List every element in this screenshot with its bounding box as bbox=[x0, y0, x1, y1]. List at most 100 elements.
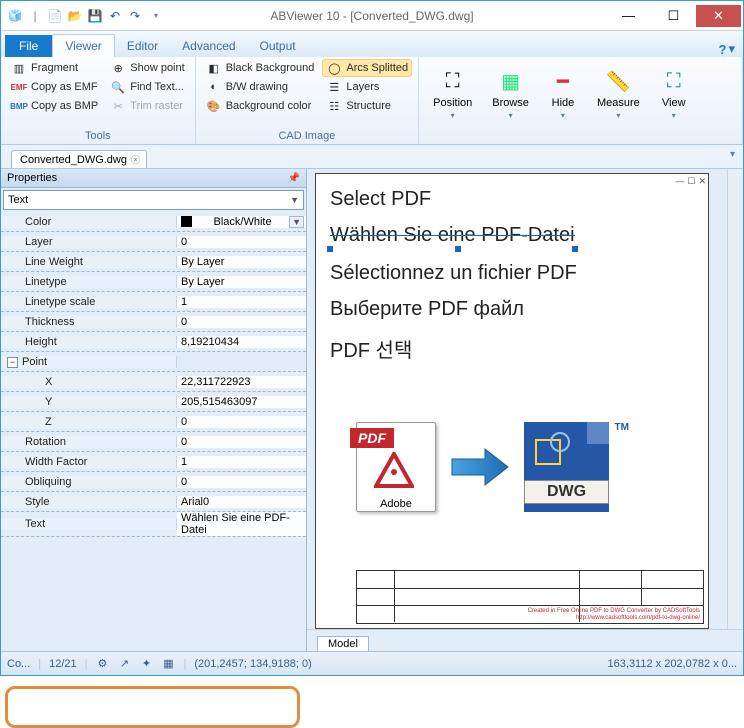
fragment-button[interactable]: ▥Fragment bbox=[7, 59, 102, 77]
undo-icon[interactable]: ↶ bbox=[107, 8, 123, 24]
property-row[interactable]: ColorBlack/White▼ bbox=[1, 212, 306, 232]
title-bar: 🧊 | 📄 📂 💾 ↶ ↷ ABViewer 10 - [Converted_D… bbox=[1, 1, 743, 31]
help-dropdown[interactable]: ?▾ bbox=[719, 41, 735, 57]
close-button[interactable]: ✕ bbox=[696, 5, 741, 27]
tab-viewer[interactable]: Viewer bbox=[52, 34, 114, 57]
document-tab[interactable]: Converted_DWG.dwg ⓧ bbox=[11, 150, 147, 168]
canvas-text-3: Sélectionnez un fichier PDF bbox=[330, 262, 577, 285]
hide-button[interactable]: ━Hide▾ bbox=[541, 59, 585, 128]
conversion-graphic: PDF Adobe DWG TM bbox=[356, 422, 609, 512]
ribbon-group-tools-caption: Tools bbox=[7, 128, 189, 144]
black-bg-icon: ◧ bbox=[206, 60, 222, 76]
bw-drawing-button[interactable]: ◐B/W drawing bbox=[202, 78, 319, 96]
qat-dropdown[interactable] bbox=[147, 8, 163, 24]
target-icon: ⊕ bbox=[110, 60, 126, 76]
property-row[interactable]: Z0 bbox=[1, 412, 306, 432]
document-tab-label: Converted_DWG.dwg bbox=[20, 154, 127, 166]
ribbon: ▥Fragment EMFCopy as EMF BMPCopy as BMP … bbox=[1, 57, 743, 145]
new-icon[interactable]: 📄 bbox=[47, 8, 63, 24]
canvas-mini-tools[interactable]: —☐✕ bbox=[675, 176, 706, 187]
property-row[interactable]: Line WeightBy Layer bbox=[1, 252, 306, 272]
open-icon[interactable]: 📂 bbox=[67, 8, 83, 24]
status-left1: Co... bbox=[7, 658, 30, 670]
layout-tab-strip: Model bbox=[307, 629, 743, 651]
browse-button[interactable]: ▦Browse▾ bbox=[484, 59, 537, 128]
tabstrip-dropdown[interactable]: ▾ bbox=[730, 149, 735, 160]
minimize-button[interactable]: — bbox=[606, 5, 651, 27]
structure-icon: ☷ bbox=[326, 98, 342, 114]
highlight-annotation bbox=[5, 686, 300, 728]
tab-editor[interactable]: Editor bbox=[115, 35, 170, 57]
property-row[interactable]: Obliquing0 bbox=[1, 472, 306, 492]
view-icon: ⛶ bbox=[660, 67, 688, 95]
property-row[interactable]: Height8,19210434 bbox=[1, 332, 306, 352]
status-bar: Co... | 12/21 | ⚙ ↗ ✦ ▦ | (201,2457; 134… bbox=[1, 651, 743, 675]
maximize-button[interactable]: ☐ bbox=[651, 5, 696, 27]
canvas-text-5: PDF 선택 bbox=[330, 334, 412, 363]
position-icon: ⛶ bbox=[439, 67, 467, 95]
pin-icon[interactable]: 📌 bbox=[288, 173, 300, 184]
bmp-icon: BMP bbox=[11, 98, 27, 114]
arrow-icon bbox=[450, 447, 510, 487]
properties-title: Properties bbox=[7, 172, 57, 184]
find-text-button[interactable]: 🔍Find Text... bbox=[106, 78, 188, 96]
structure-button[interactable]: ☷Structure bbox=[322, 97, 412, 115]
view-button[interactable]: ⛶View▾ bbox=[652, 59, 696, 128]
window-title: ABViewer 10 - [Converted_DWG.dwg] bbox=[270, 9, 473, 23]
bw-icon: ◐ bbox=[206, 79, 222, 95]
property-row[interactable]: Rotation0 bbox=[1, 432, 306, 452]
properties-panel: Properties 📌 Text▼ ColorBlack/White▼Laye… bbox=[1, 169, 307, 651]
property-row[interactable]: −Point bbox=[1, 352, 306, 372]
property-row[interactable]: LinetypeBy Layer bbox=[1, 272, 306, 292]
object-type-combo[interactable]: Text▼ bbox=[3, 190, 304, 210]
property-row[interactable]: Linetype scale1 bbox=[1, 292, 306, 312]
property-row[interactable]: Y205,515463097 bbox=[1, 392, 306, 412]
property-row[interactable]: StyleArial0 bbox=[1, 492, 306, 512]
black-bg-button[interactable]: ◧Black Background bbox=[202, 59, 319, 77]
close-tab-icon[interactable]: ⓧ bbox=[131, 153, 140, 166]
save-icon[interactable]: 💾 bbox=[87, 8, 103, 24]
pdf-logo: PDF Adobe bbox=[356, 422, 436, 512]
copy-emf-button[interactable]: EMFCopy as EMF bbox=[7, 78, 102, 96]
model-tab[interactable]: Model bbox=[317, 636, 369, 651]
canvas-text-4: Выберите PDF файл bbox=[330, 298, 524, 321]
property-row[interactable]: Layer0 bbox=[1, 232, 306, 252]
trim-raster-button: ✂Trim raster bbox=[106, 97, 188, 115]
quick-access-toolbar: 🧊 | 📄 📂 💾 ↶ ↷ bbox=[7, 8, 163, 24]
emf-icon: EMF bbox=[11, 79, 27, 95]
drawing-canvas[interactable]: —☐✕ Select PDF Wählen Sie eine PDF-Datei… bbox=[315, 173, 709, 629]
sb-icon-2[interactable]: ↗ bbox=[117, 657, 131, 671]
measure-button[interactable]: 📏Measure▾ bbox=[589, 59, 648, 128]
ribbon-group-cad-caption: CAD Image bbox=[202, 128, 412, 144]
sb-icon-4[interactable]: ▦ bbox=[161, 657, 175, 671]
tab-advanced[interactable]: Advanced bbox=[170, 35, 247, 57]
property-row[interactable]: TextWählen Sie eine PDF-Datei bbox=[1, 512, 306, 537]
bg-color-button[interactable]: 🎨Background color bbox=[202, 97, 319, 115]
arcs-splitted-button[interactable]: ◯Arcs Splitted bbox=[322, 59, 412, 77]
position-button[interactable]: ⛶Position▾ bbox=[425, 59, 480, 128]
file-menu[interactable]: File bbox=[5, 35, 52, 57]
property-row[interactable]: X22,311722923 bbox=[1, 372, 306, 392]
redo-icon[interactable]: ↷ bbox=[127, 8, 143, 24]
layers-button[interactable]: ☰Layers bbox=[322, 78, 412, 96]
canvas-text-1: Select PDF bbox=[330, 188, 431, 211]
sb-icon-3[interactable]: ✦ bbox=[139, 657, 153, 671]
canvas-text-2-selected[interactable]: Wählen Sie eine PDF-Datei bbox=[330, 224, 575, 247]
sb-icon-1[interactable]: ⚙ bbox=[95, 657, 109, 671]
dwg-logo: DWG TM bbox=[524, 422, 609, 512]
arcs-icon: ◯ bbox=[326, 60, 342, 76]
bgcolor-icon: 🎨 bbox=[206, 98, 222, 114]
properties-grid: ColorBlack/White▼Layer0Line WeightBy Lay… bbox=[1, 212, 306, 651]
measure-icon: 📏 bbox=[604, 67, 632, 95]
app-icon: 🧊 bbox=[7, 8, 23, 24]
status-dimensions: 163,3112 x 202,0782 x 0... bbox=[608, 658, 737, 670]
property-row[interactable]: Width Factor1 bbox=[1, 452, 306, 472]
hide-icon: ━ bbox=[549, 67, 577, 95]
vertical-scrollbar[interactable] bbox=[727, 169, 743, 629]
tab-output[interactable]: Output bbox=[248, 35, 308, 57]
property-row[interactable]: Thickness0 bbox=[1, 312, 306, 332]
show-point-button[interactable]: ⊕Show point bbox=[106, 59, 188, 77]
search-icon: 🔍 bbox=[110, 79, 126, 95]
fragment-icon: ▥ bbox=[11, 60, 27, 76]
copy-bmp-button[interactable]: BMPCopy as BMP bbox=[7, 97, 102, 115]
